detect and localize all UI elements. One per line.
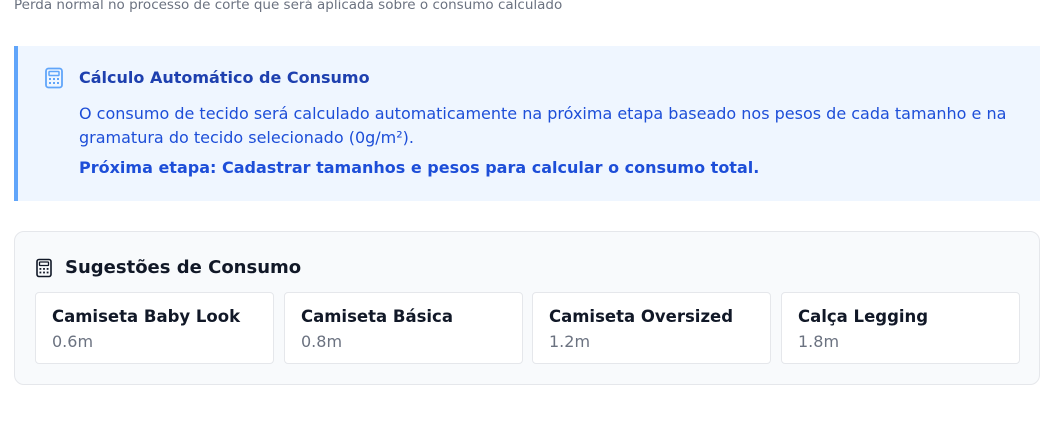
suggestion-name: Camiseta Básica: [301, 307, 453, 326]
suggestion-name: Camiseta Baby Look: [52, 307, 241, 326]
suggestion-value: 1.2m: [549, 332, 591, 351]
suggestions-title: Sugestões de Consumo: [65, 257, 302, 278]
auto-calculation-notice: Cálculo Automático de Consumo O consumo …: [14, 46, 1040, 201]
suggestion-card-camiseta-basica[interactable]: Camiseta Básica 0.8m: [284, 292, 523, 364]
calculator-icon: [36, 258, 52, 278]
suggestion-name: Camiseta Oversized: [549, 307, 734, 326]
suggestion-card-camiseta-oversized[interactable]: Camiseta Oversized 1.2m: [532, 292, 771, 364]
field-helper-text: Perda normal no processo de corte que se…: [14, 0, 563, 13]
calculator-icon: [45, 67, 63, 89]
notice-next-step: Próxima etapa: Cadastrar tamanhos e peso…: [79, 158, 760, 177]
suggestion-value: 0.8m: [301, 332, 343, 351]
consumption-suggestions-panel: Sugestões de Consumo Camiseta Baby Look …: [14, 231, 1040, 385]
suggestion-value: 0.6m: [52, 332, 94, 351]
suggestion-value: 1.8m: [798, 332, 840, 351]
suggestion-list: Camiseta Baby Look 0.6m Camiseta Básica …: [35, 292, 1020, 364]
suggestion-card-calca-legging[interactable]: Calça Legging 1.8m: [781, 292, 1020, 364]
suggestion-card-camiseta-baby-look[interactable]: Camiseta Baby Look 0.6m: [35, 292, 274, 364]
suggestion-name: Calça Legging: [798, 307, 929, 326]
notice-body: O consumo de tecido será calculado autom…: [79, 104, 1007, 147]
notice-title: Cálculo Automático de Consumo: [79, 68, 370, 87]
